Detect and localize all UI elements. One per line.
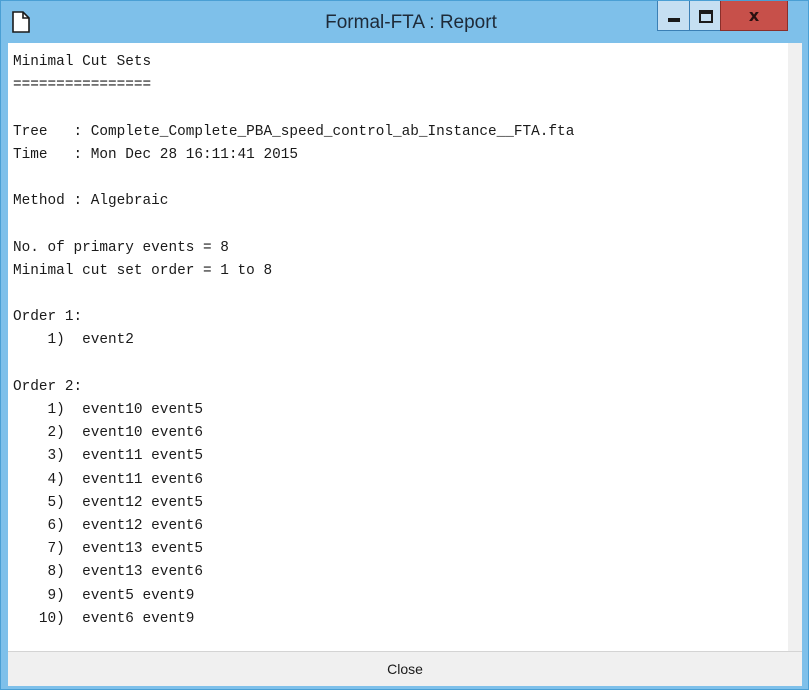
close-window-button[interactable]: x: [720, 1, 788, 31]
button-bar: Close: [8, 651, 802, 686]
report-content: Minimal Cut Sets ================ Tree :…: [13, 54, 575, 627]
close-icon: x: [748, 6, 760, 25]
document-icon: [12, 11, 30, 33]
minimize-icon: [668, 18, 680, 22]
window-title: Formal-FTA : Report: [325, 12, 497, 33]
maximize-button[interactable]: [689, 1, 721, 31]
close-button[interactable]: Close: [8, 652, 802, 686]
report-window: Formal-FTA : Report x Minimal Cut Sets =…: [0, 0, 809, 690]
maximize-icon: [699, 10, 713, 23]
minimize-button[interactable]: [657, 1, 690, 31]
title-bar[interactable]: Formal-FTA : Report x: [1, 1, 808, 43]
report-text-area[interactable]: Minimal Cut Sets ================ Tree :…: [8, 43, 802, 651]
vertical-scrollbar[interactable]: [788, 43, 802, 651]
